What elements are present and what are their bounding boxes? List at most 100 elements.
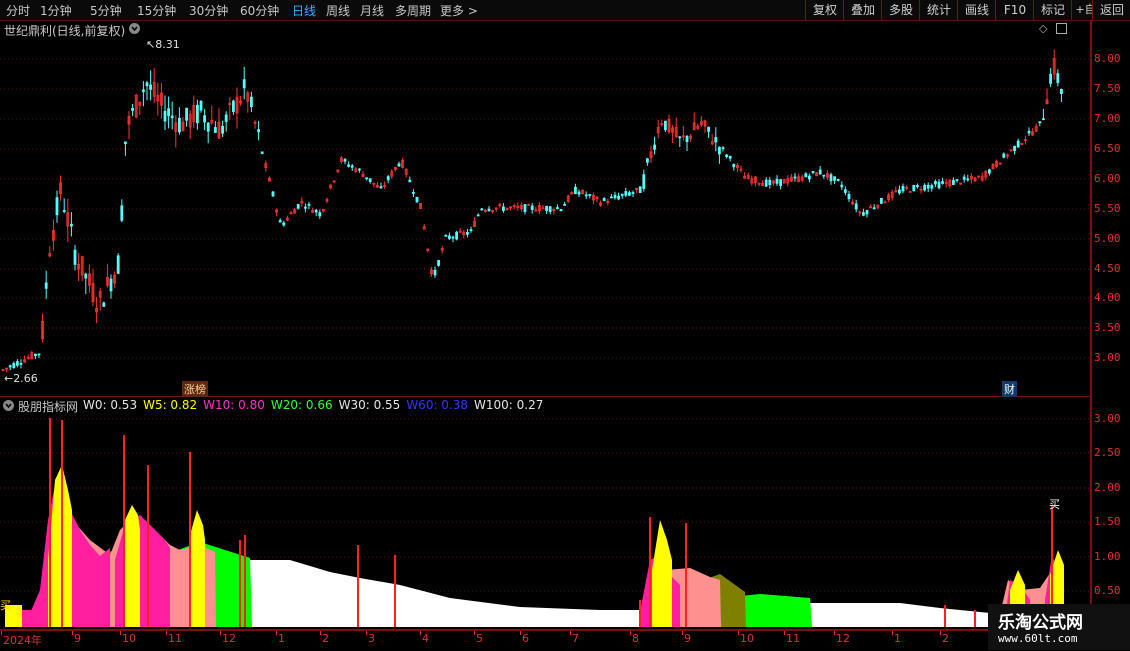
tab-30min[interactable]: 30分钟 [189, 2, 228, 19]
candle [365, 177, 369, 181]
tab-15min[interactable]: 15分钟 [137, 2, 176, 19]
candle [710, 134, 714, 146]
candle [408, 176, 412, 183]
candle [764, 177, 768, 188]
candle [329, 184, 333, 190]
w5-area-e [652, 520, 672, 627]
candle [30, 350, 34, 360]
candle [332, 180, 336, 183]
candle [59, 175, 62, 201]
indicator-menu-icon[interactable] [3, 400, 14, 411]
candle [577, 189, 581, 197]
candle [77, 253, 80, 282]
multi-stock-button[interactable]: 多股 [881, 0, 920, 20]
candle [476, 213, 480, 217]
candle [350, 163, 354, 171]
price-tick: 3.50 [1094, 321, 1121, 334]
limit-up-tag[interactable]: 涨榜 [182, 381, 208, 397]
candle [617, 192, 620, 201]
date-tick: 10 [740, 632, 754, 645]
candle [473, 217, 477, 228]
tab-multi-period[interactable]: 多周期 [395, 2, 431, 19]
date-tick: 4 [422, 632, 429, 645]
candle [440, 245, 444, 254]
indicator-tick: 1.50 [1094, 515, 1121, 528]
panel-toggle-icon[interactable] [1056, 23, 1067, 34]
candle [584, 191, 588, 199]
candle [102, 301, 106, 307]
candle [790, 173, 793, 183]
candle [880, 197, 883, 204]
fuquan-button[interactable]: 复权 [805, 0, 844, 20]
candle [37, 353, 41, 358]
candle [685, 135, 689, 152]
candle [422, 224, 426, 230]
candle [469, 226, 473, 233]
candle [429, 266, 433, 277]
candle [73, 244, 77, 271]
candle [181, 116, 185, 132]
candle [149, 70, 153, 101]
candle [354, 167, 358, 173]
f10-button[interactable]: F10 [995, 0, 1034, 20]
date-tick-mark [120, 631, 121, 635]
indicator-tick: 3.00 [1094, 412, 1121, 425]
candle [757, 182, 761, 187]
candle [530, 203, 534, 214]
candle [811, 171, 815, 175]
tab-5min[interactable]: 5分钟 [90, 2, 122, 19]
candle [1060, 88, 1063, 102]
candle [556, 204, 559, 210]
date-axis: 2024年 9 10 11 12 1 2 3 4 5 6 7 8 9 10 11 12 1 2 [0, 630, 1090, 651]
w10-area-f [22, 610, 36, 627]
overlay-button[interactable]: 叠加 [843, 0, 882, 20]
candle [437, 259, 441, 267]
candle [559, 208, 563, 212]
back-button[interactable]: 返回 [1092, 0, 1130, 20]
candle [41, 313, 44, 343]
candle [109, 274, 113, 299]
candle [347, 161, 351, 168]
candle [145, 80, 149, 101]
tab-weekly[interactable]: 周线 [326, 2, 350, 19]
date-tick-mark [738, 631, 739, 635]
candle [1031, 128, 1034, 136]
legend-entry: W10: 0.80 [203, 398, 265, 412]
watermark-logo: 乐淘公式网 www.60lt.com [988, 604, 1130, 650]
candle [206, 122, 210, 144]
tab-daily[interactable]: 日线 [292, 2, 316, 19]
tab-monthly[interactable]: 月线 [360, 2, 384, 19]
finance-tag[interactable]: 财 [1002, 381, 1017, 397]
draw-button[interactable]: 画线 [957, 0, 996, 20]
tab-60min[interactable]: 60分钟 [240, 2, 279, 19]
candle [23, 355, 27, 363]
candle [732, 163, 736, 171]
candle [696, 123, 700, 130]
candle [1006, 153, 1009, 159]
candle [833, 176, 836, 185]
candle [293, 207, 297, 214]
candle [267, 176, 271, 182]
candle [847, 190, 851, 203]
stats-button[interactable]: 统计 [919, 0, 958, 20]
candle [167, 96, 171, 129]
date-tick-mark [220, 631, 221, 635]
candle [908, 190, 912, 193]
watermark-title: 乐淘公式网 [998, 613, 1083, 633]
diamond-icon[interactable]: ◇ [1039, 22, 1047, 35]
candle [678, 136, 682, 147]
mark-button[interactable]: 标记 [1033, 0, 1072, 20]
tab-fenshi[interactable]: 分时 [6, 2, 30, 19]
candle [210, 105, 214, 125]
candle [718, 146, 721, 164]
indicator-tick: 2.00 [1094, 481, 1121, 494]
candle [512, 203, 516, 210]
candle [851, 198, 854, 206]
tab-more[interactable]: 更多 > [440, 2, 478, 19]
w100-area [250, 560, 1000, 627]
tab-1min[interactable]: 1分钟 [40, 2, 72, 19]
candle [95, 296, 98, 324]
chevron-down-icon[interactable] [129, 23, 140, 34]
candle [1016, 138, 1020, 148]
candle [606, 198, 610, 206]
